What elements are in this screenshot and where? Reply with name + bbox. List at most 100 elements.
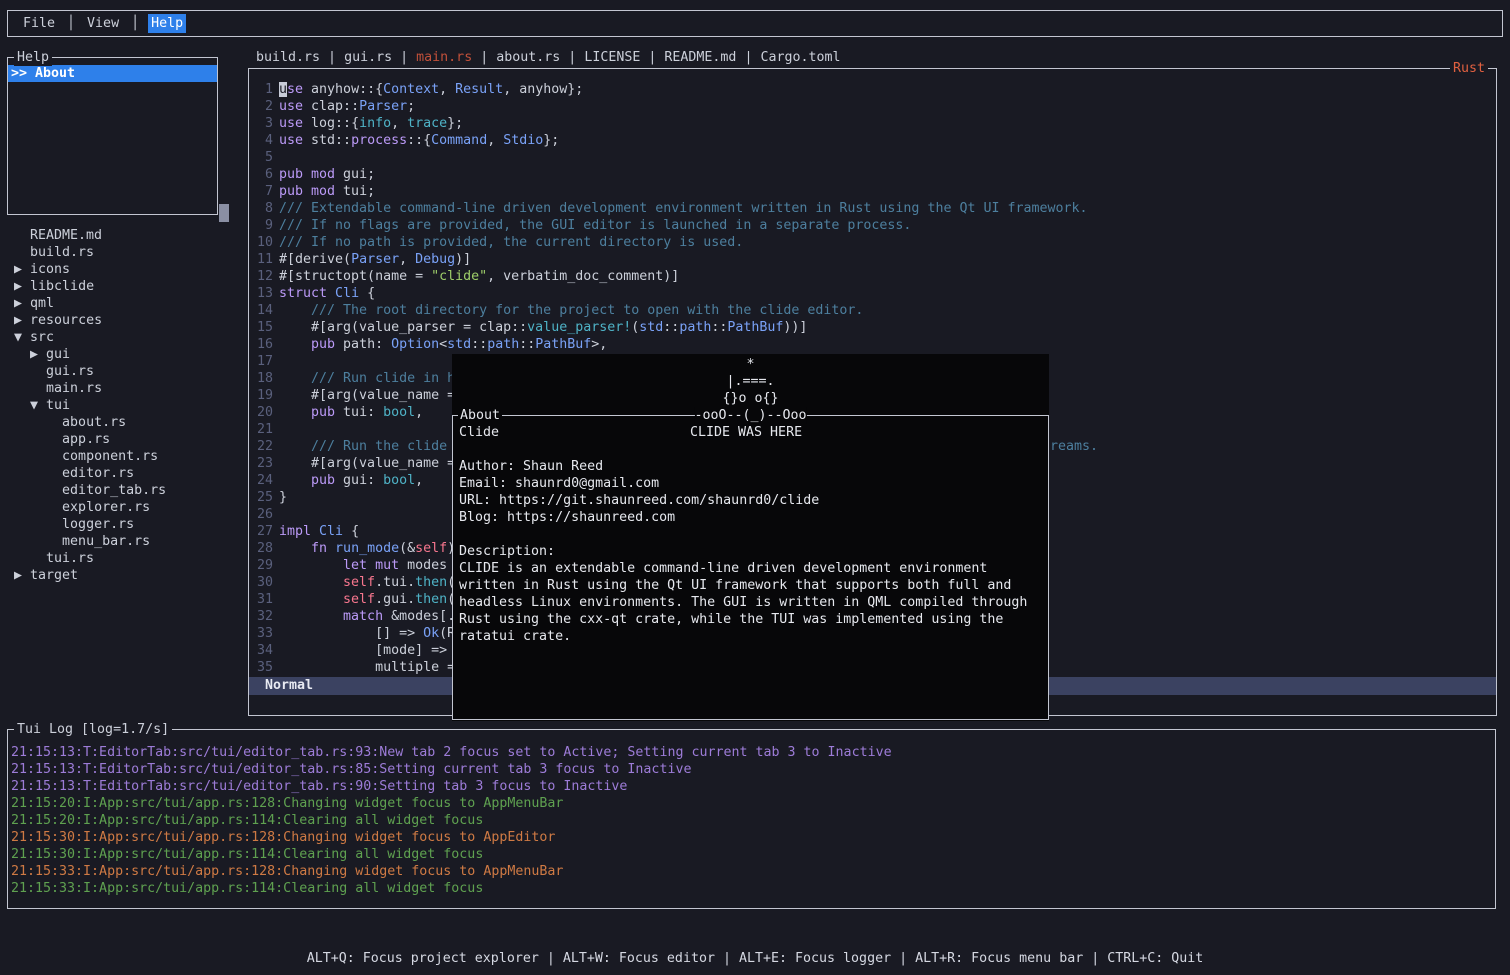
log-line: 21:15:13:T:EditorTab:src/tui/editor_tab.… (11, 778, 1495, 795)
tree-item-tui[interactable]: ▼ tui (14, 397, 166, 414)
code-line-12: 12#[structopt(name = "clide", verbatim_d… (253, 268, 1496, 285)
log-panel-title: Tui Log [log=1.7/s] (14, 721, 172, 738)
tree-item-app.rs[interactable]: app.rs (14, 431, 166, 448)
tree-item-component.rs[interactable]: component.rs (14, 448, 166, 465)
about-dialog-box: About -ooO--(_)--Ooo ClideCLIDE WAS HERE… (452, 415, 1049, 720)
about-field: Author: Shaun Reed (459, 458, 1048, 475)
tree-item-libclide[interactable]: ▶ libclide (14, 278, 166, 295)
tree-item-label: gui (46, 347, 70, 362)
tree-item-resources[interactable]: ▶ resources (14, 312, 166, 329)
tree-item-label: editor_tab.rs (62, 483, 166, 498)
log-line: 21:15:13:T:EditorTab:src/tui/editor_tab.… (11, 744, 1495, 761)
scrollbar-thumb[interactable] (219, 204, 229, 222)
tree-item-label: qml (30, 296, 54, 311)
log-line: 21:15:13:T:EditorTab:src/tui/editor_tab.… (11, 761, 1495, 778)
log-line: 21:15:33:I:App:src/tui/app.rs:114:Cleari… (11, 880, 1495, 897)
line-number: 27 (253, 523, 273, 540)
editor-tab-LICENSE[interactable]: LICENSE (584, 50, 640, 65)
footer-shortcuts-line1: ALT+Q: Focus project explorer | ALT+W: F… (0, 950, 1510, 967)
tree-item-editor_tab.rs[interactable]: editor_tab.rs (14, 482, 166, 499)
log-panel[interactable]: Tui Log [log=1.7/s] 21:15:13:T:EditorTab… (7, 729, 1496, 909)
menu-item-view[interactable]: View (84, 14, 122, 33)
log-line: 21:15:30:I:App:src/tui/app.rs:128:Changi… (11, 829, 1495, 846)
tree-item-label: app.rs (62, 432, 110, 447)
line-number: 23 (253, 455, 273, 472)
tree-item-tui.rs[interactable]: tui.rs (14, 550, 166, 567)
editor-tab-bar: build.rs | gui.rs | main.rs | about.rs |… (256, 49, 841, 66)
tree-item-menu_bar.rs[interactable]: menu_bar.rs (14, 533, 166, 550)
folder-collapsed-icon[interactable]: ▶ (30, 347, 38, 362)
folder-collapsed-icon[interactable]: ▶ (14, 279, 22, 294)
line-number: 21 (253, 421, 273, 438)
code-line-3: 3use log::{info, trace}; (253, 115, 1496, 132)
tree-item-label: menu_bar.rs (62, 534, 150, 549)
tree-item-gui[interactable]: ▶ gui (14, 346, 166, 363)
tree-item-label: libclide (30, 279, 94, 294)
tree-item-explorer.rs[interactable]: explorer.rs (14, 499, 166, 516)
tab-separator: | (472, 50, 496, 65)
line-number: 9 (253, 217, 273, 234)
editor-tab-about.rs[interactable]: about.rs (496, 50, 560, 65)
tree-item-icons[interactable]: ▶ icons (14, 261, 166, 278)
ascii-art-line: {}o o{} (452, 390, 1049, 407)
code-line-1: 1use anyhow::{Context, Result, anyhow}; (253, 81, 1496, 98)
tree-item-build.rs[interactable]: build.rs (14, 244, 166, 261)
dropdown-item-about[interactable]: >> About (8, 65, 217, 82)
tree-item-label: target (30, 568, 78, 583)
folder-collapsed-icon[interactable]: ▶ (14, 313, 22, 328)
about-description-line: headless Linux environments. The GUI is … (459, 594, 1048, 611)
tree-item-label: component.rs (62, 449, 158, 464)
line-number: 34 (253, 642, 273, 659)
tab-separator: | (640, 50, 664, 65)
file-explorer: README.md build.rs▶ icons▶ libclide▶ qml… (14, 227, 166, 584)
about-dialog-title: About (458, 407, 502, 424)
editor-tab-README.md[interactable]: README.md (664, 50, 736, 65)
code-line-9: 9/// If no flags are provided, the GUI e… (253, 217, 1496, 234)
tree-item-logger.rs[interactable]: logger.rs (14, 516, 166, 533)
line-number: 15 (253, 319, 273, 336)
tree-item-qml[interactable]: ▶ qml (14, 295, 166, 312)
folder-expanded-icon[interactable]: ▼ (30, 398, 38, 413)
about-app-name: Clide (459, 425, 499, 440)
tree-item-label: about.rs (62, 415, 126, 430)
about-description-line: ratatui crate. (459, 628, 1048, 645)
line-number: 28 (253, 540, 273, 557)
line-number: 35 (253, 659, 273, 676)
line-number: 32 (253, 608, 273, 625)
about-dialog-content: ClideCLIDE WAS HERE Author: Shaun ReedEm… (453, 416, 1048, 645)
tree-item-src[interactable]: ▼ src (14, 329, 166, 346)
about-description-line: written in Rust using the Qt UI framewor… (459, 577, 1048, 594)
editor-tab-main.rs[interactable]: main.rs (416, 50, 472, 65)
editor-tab-build.rs[interactable]: build.rs (256, 50, 320, 65)
line-number: 13 (253, 285, 273, 302)
folder-collapsed-icon[interactable]: ▶ (14, 262, 22, 277)
about-field: URL: https://git.shaunreed.com/shaunrd0/… (459, 492, 1048, 509)
line-number: 25 (253, 489, 273, 506)
about-ascii-art: *|.===.{}o o{} (452, 354, 1049, 407)
folder-expanded-icon[interactable]: ▼ (14, 330, 22, 345)
line-number: 24 (253, 472, 273, 489)
menu-separator: │ (131, 15, 139, 32)
tree-item-gui.rs[interactable]: gui.rs (14, 363, 166, 380)
tree-item-README.md[interactable]: README.md (14, 227, 166, 244)
folder-collapsed-icon[interactable]: ▶ (14, 568, 22, 583)
menu-item-help[interactable]: Help (148, 14, 186, 33)
menu-item-file[interactable]: File (20, 14, 58, 33)
log-line: 21:15:20:I:App:src/tui/app.rs:128:Changi… (11, 795, 1495, 812)
code-line-5: 5 (253, 149, 1496, 166)
editor-tab-gui.rs[interactable]: gui.rs (344, 50, 392, 65)
tree-item-main.rs[interactable]: main.rs (14, 380, 166, 397)
about-field: Blog: https://shaunreed.com (459, 509, 1048, 526)
line-number: 14 (253, 302, 273, 319)
folder-collapsed-icon[interactable]: ▶ (14, 296, 22, 311)
tab-separator: | (736, 50, 760, 65)
line-number: 20 (253, 404, 273, 421)
code-line-2: 2use clap::Parser; (253, 98, 1496, 115)
tree-item-editor.rs[interactable]: editor.rs (14, 465, 166, 482)
help-dropdown-title: Help (14, 49, 52, 66)
editor-tab-Cargo.toml[interactable]: Cargo.toml (760, 50, 840, 65)
menu-separator: │ (67, 15, 75, 32)
tree-item-target[interactable]: ▶ target (14, 567, 166, 584)
tree-item-about.rs[interactable]: about.rs (14, 414, 166, 431)
line-number: 16 (253, 336, 273, 353)
